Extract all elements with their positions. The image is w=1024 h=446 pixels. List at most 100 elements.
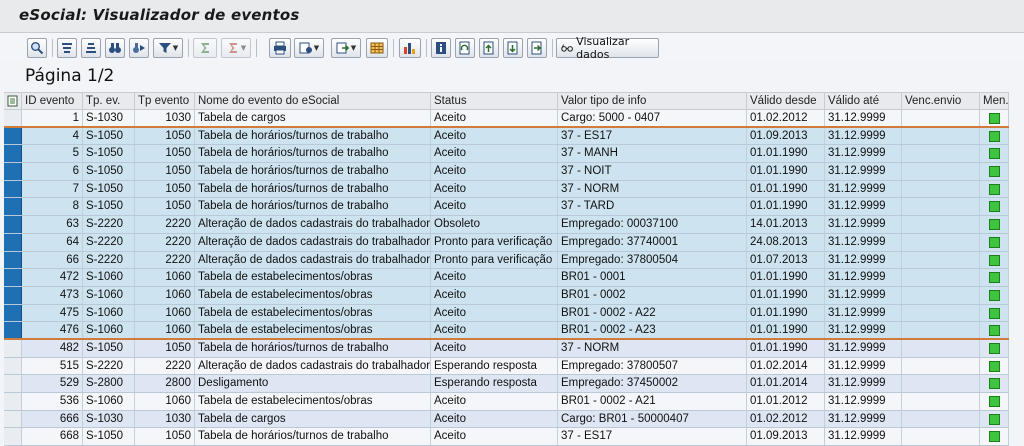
document-send-button[interactable] — [527, 38, 547, 58]
cell-mensagem[interactable] — [980, 410, 1009, 428]
header-valido-ate[interactable]: Válido até — [825, 93, 902, 109]
export-button[interactable]: ▼ — [331, 38, 361, 58]
row-selector[interactable] — [4, 357, 22, 375]
row-selector[interactable] — [4, 233, 22, 251]
cell-mensagem[interactable] — [980, 233, 1009, 251]
cell-tp-evento: 1050 — [135, 180, 195, 198]
row-selector[interactable] — [4, 145, 22, 163]
cell-mensagem[interactable] — [980, 393, 1009, 410]
document-refresh-button[interactable] — [455, 38, 475, 58]
header-nome-evento[interactable]: Nome do evento do eSocial — [195, 93, 431, 109]
cell-mensagem[interactable] — [980, 375, 1009, 392]
row-selector[interactable] — [4, 251, 22, 269]
cell-mensagem[interactable] — [980, 110, 1009, 126]
sort-descending-button[interactable] — [81, 38, 101, 58]
header-valido-desde[interactable]: Válido desde — [747, 93, 825, 109]
document-upload-button[interactable] — [479, 38, 499, 58]
cell-venc-envio — [902, 216, 980, 233]
row-selector[interactable] — [4, 198, 22, 216]
cell-nome-evento: Tabela de horários/turnos de trabalho — [195, 127, 431, 145]
table-row[interactable]: 66 S-2220 2220 Alteração de dados cadastrai… — [4, 251, 1009, 270]
filter-button[interactable]: ▼ — [153, 38, 183, 58]
cell-mensagem[interactable] — [980, 269, 1009, 286]
row-selector[interactable] — [4, 269, 22, 286]
sort-ascending-button[interactable] — [57, 38, 77, 58]
table-row[interactable]: 1 S-1030 1030 Tabela de cargos Aceito Cargo: … — [4, 110, 1009, 128]
print-button[interactable] — [269, 38, 291, 58]
row-selector[interactable] — [4, 304, 22, 322]
table-row[interactable]: 475 S-1060 1060 Tabela de estabelecimentos/… — [4, 304, 1009, 323]
cell-mensagem[interactable] — [980, 339, 1009, 357]
graphic-button[interactable] — [399, 38, 421, 58]
row-selector[interactable] — [4, 127, 22, 145]
cell-tp-ev: S-1050 — [83, 180, 135, 198]
header-status[interactable]: Status — [431, 93, 558, 109]
cell-mensagem[interactable] — [980, 251, 1009, 269]
table-row[interactable]: 6 S-1050 1050 Tabela de horários/turnos de … — [4, 163, 1009, 181]
table-row[interactable]: 64 S-2220 2220 Alteração de dados cadastrai… — [4, 233, 1009, 252]
row-selector[interactable] — [4, 216, 22, 233]
table-row[interactable]: 668 S-1050 1050 Tabela de horários/turnos d… — [4, 428, 1009, 446]
row-selector[interactable] — [4, 163, 22, 180]
layout-button[interactable] — [366, 38, 388, 58]
header-venc-envio[interactable]: Venc.envio — [902, 93, 980, 109]
row-selector[interactable] — [4, 339, 22, 357]
cell-valido-desde: 14.01.2013 — [747, 216, 825, 233]
table-row[interactable]: 473 S-1060 1060 Tabela de estabelecimentos/… — [4, 286, 1009, 305]
document-upload-icon — [483, 41, 494, 55]
row-selector[interactable] — [4, 393, 22, 410]
cell-tp-ev: S-2220 — [83, 357, 135, 375]
cell-valor-tipo-info: Cargo: 5000 - 0407 — [558, 110, 747, 126]
cell-mensagem[interactable] — [980, 216, 1009, 233]
cell-mensagem[interactable] — [980, 180, 1009, 198]
row-selector[interactable] — [4, 375, 22, 392]
table-row[interactable]: 476 S-1060 1060 Tabela de estabelecimentos/… — [4, 322, 1009, 340]
row-selector[interactable] — [4, 410, 22, 428]
table-row[interactable]: 482 S-1050 1050 Tabela de horários/turnos d… — [4, 339, 1009, 358]
status-green-icon — [988, 307, 1000, 319]
page-indicator: Página 1/2 — [25, 66, 115, 86]
cell-mensagem[interactable] — [980, 163, 1009, 180]
row-selector[interactable] — [4, 180, 22, 198]
table-row[interactable]: 536 S-1060 1060 Tabela de estabelecimentos/… — [4, 393, 1009, 411]
document-download-button[interactable] — [503, 38, 523, 58]
table-row[interactable]: 515 S-2220 2220 Alteração de dados cadastra… — [4, 357, 1009, 376]
table-row[interactable]: 529 S-2800 2800 Desligamento Esperando respo… — [4, 375, 1009, 393]
row-selector[interactable] — [4, 110, 22, 126]
table-row[interactable]: 5 S-1050 1050 Tabela de horários/turnos de … — [4, 145, 1009, 164]
cell-tp-evento: 1030 — [135, 110, 195, 126]
table-row[interactable]: 666 S-1030 1030 Tabela de cargos Aceito Cargo… — [4, 410, 1009, 429]
cell-mensagem[interactable] — [980, 322, 1009, 338]
cell-mensagem[interactable] — [980, 198, 1009, 216]
header-tp-ev[interactable]: Tp. ev. — [83, 93, 135, 109]
info-button[interactable] — [431, 38, 451, 58]
header-tp-evento[interactable]: Tp evento — [135, 93, 195, 109]
header-valor-tipo-info[interactable]: Valor tipo de info — [558, 93, 747, 109]
select-all-button[interactable] — [4, 93, 22, 109]
table-row[interactable]: 4 S-1050 1050 Tabela de horários/turnos de … — [4, 127, 1009, 146]
table-row[interactable]: 8 S-1050 1050 Tabela de horários/turnos de … — [4, 198, 1009, 217]
cell-mensagem[interactable] — [980, 145, 1009, 163]
find-button[interactable] — [105, 38, 125, 58]
row-selector[interactable] — [4, 428, 22, 446]
table-row[interactable]: 7 S-1050 1050 Tabela de horários/turnos de … — [4, 180, 1009, 199]
header-mensagem[interactable]: Men... — [980, 93, 1009, 109]
table-row[interactable]: 472 S-1060 1060 Tabela de estabelecimentos/… — [4, 269, 1009, 287]
cell-mensagem[interactable] — [980, 304, 1009, 322]
views-button[interactable]: ▼ — [294, 38, 324, 58]
total-button[interactable] — [193, 38, 217, 58]
cell-mensagem[interactable] — [980, 357, 1009, 375]
find-next-button[interactable] — [129, 38, 149, 58]
row-selector[interactable] — [4, 322, 22, 338]
header-id-evento[interactable]: ID evento — [22, 93, 83, 109]
cell-nome-evento: Tabela de horários/turnos de trabalho — [195, 428, 431, 446]
row-selector[interactable] — [4, 286, 22, 304]
details-button[interactable] — [27, 38, 47, 58]
cell-tp-ev: S-1050 — [83, 339, 135, 357]
cell-mensagem[interactable] — [980, 428, 1009, 446]
cell-mensagem[interactable] — [980, 127, 1009, 145]
subtotals-button[interactable]: ▼ — [221, 38, 251, 58]
visualizar-dados-button[interactable]: Visualizar dados — [556, 35, 659, 61]
cell-mensagem[interactable] — [980, 286, 1009, 304]
table-row[interactable]: 63 S-2220 2220 Alteração de dados cadastrai… — [4, 216, 1009, 234]
